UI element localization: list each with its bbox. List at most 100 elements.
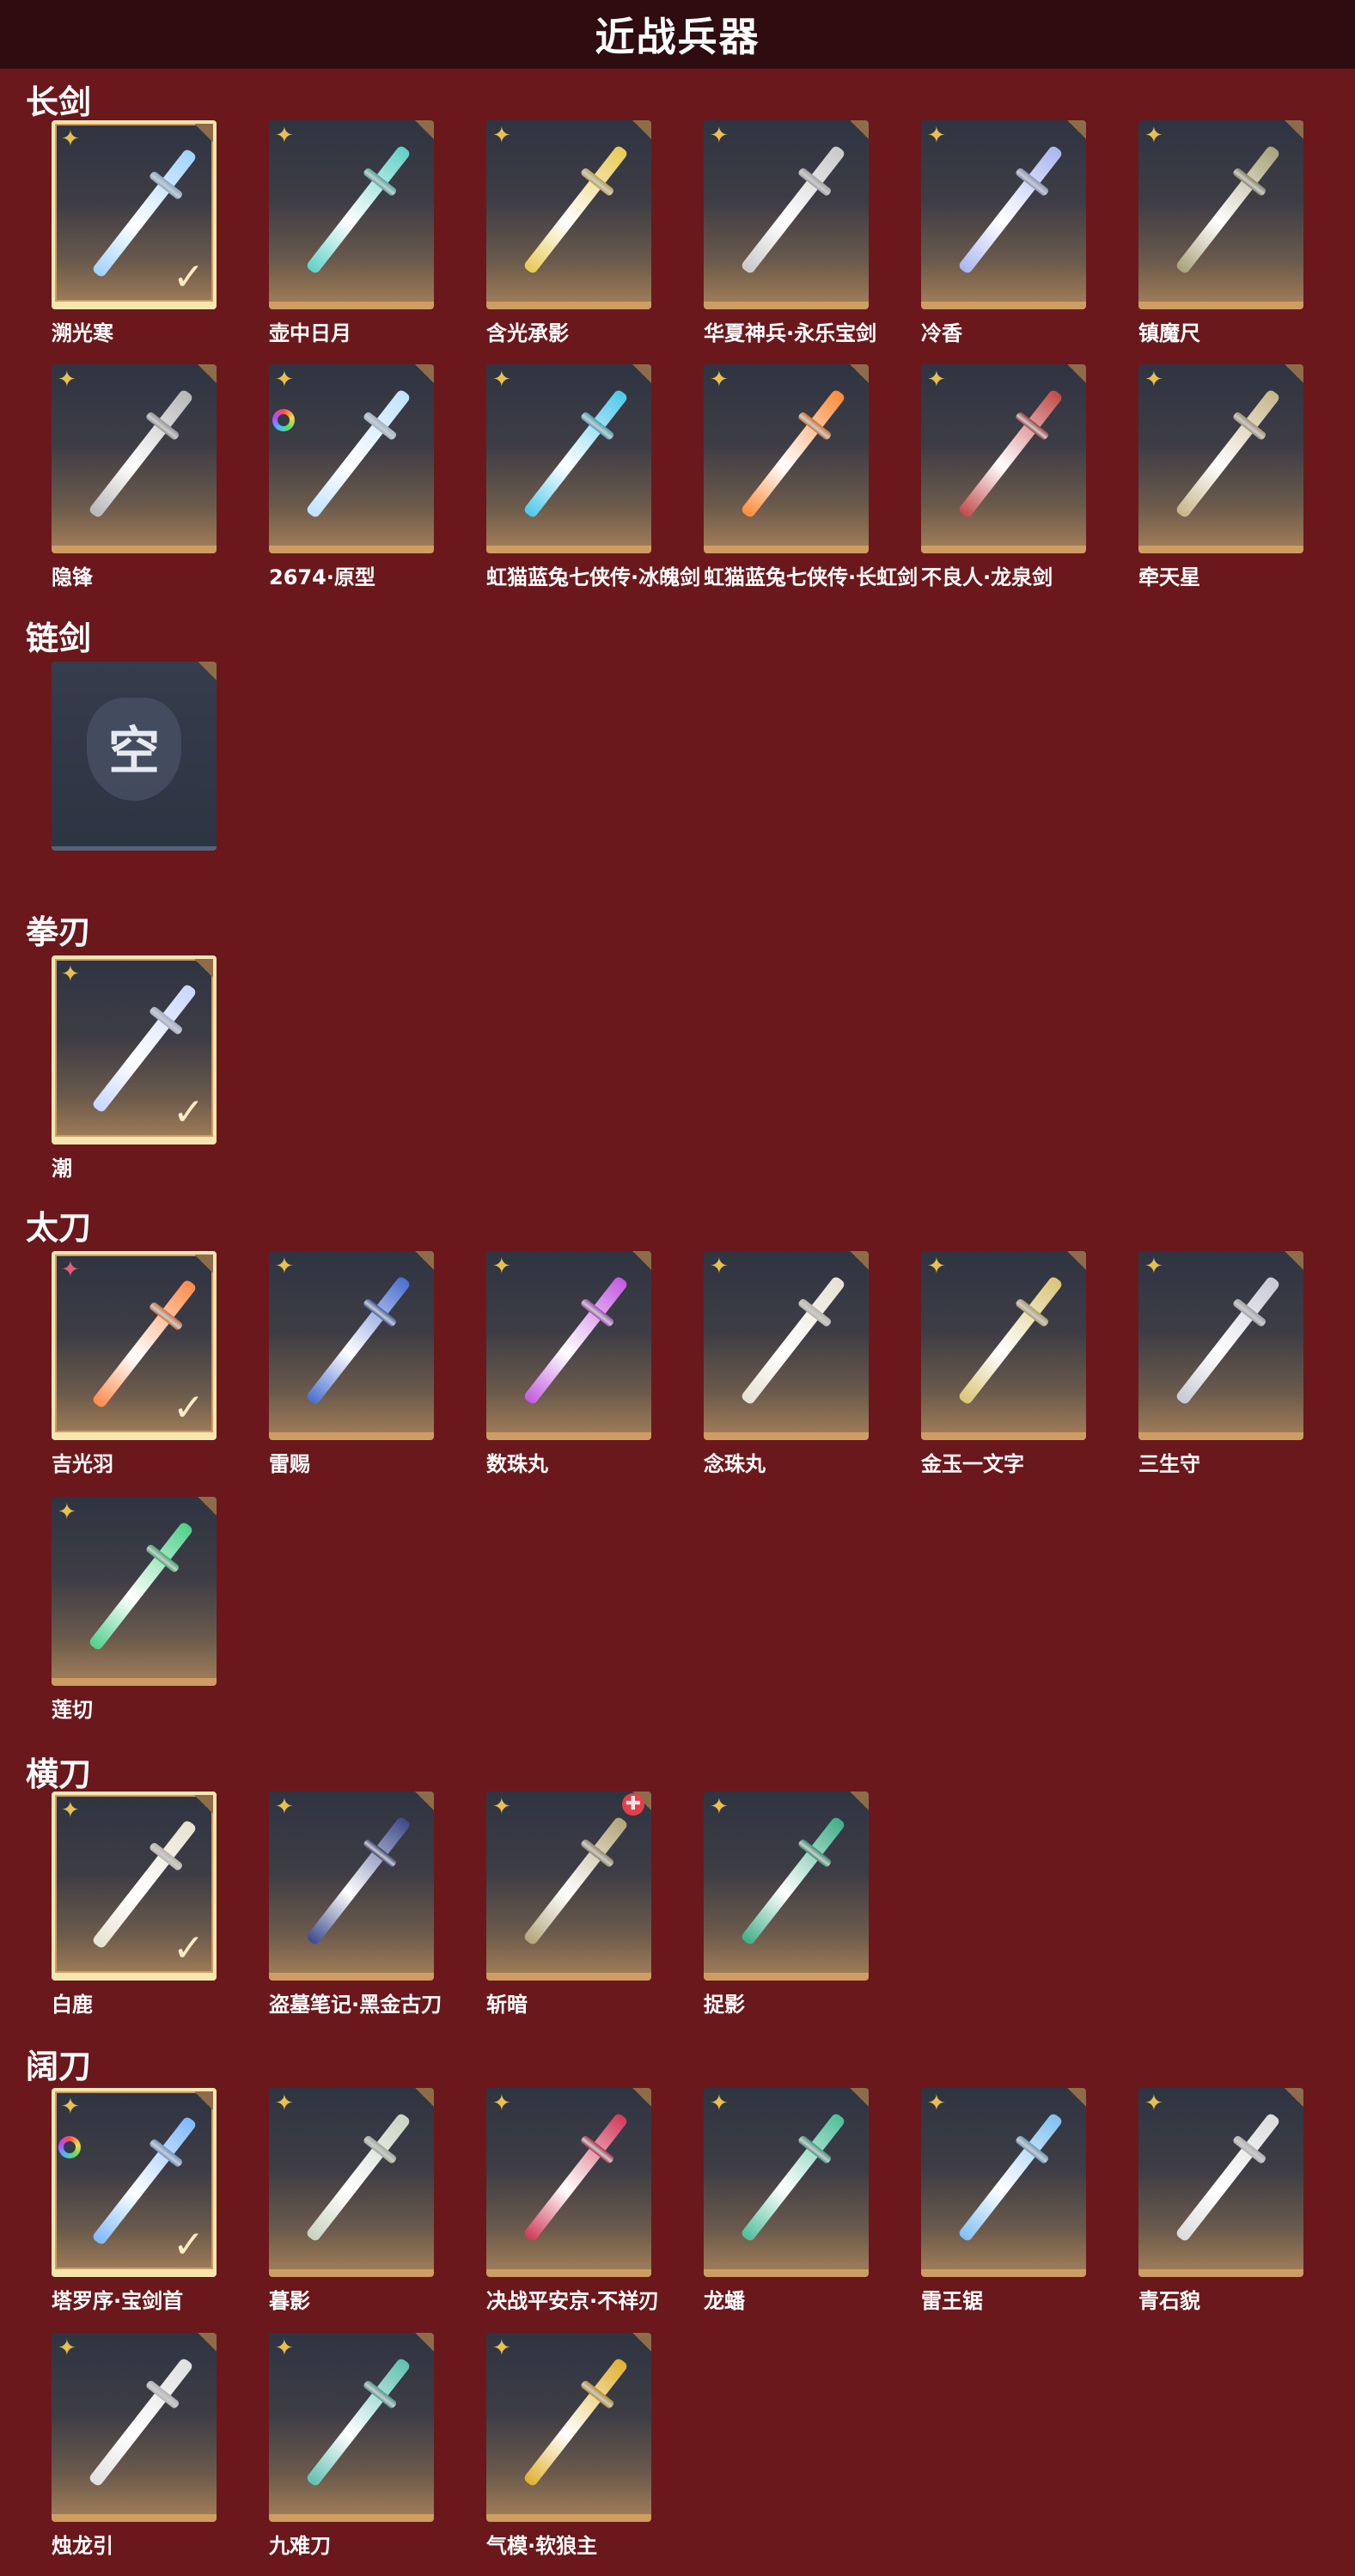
weapon-name: 塔罗序·宝剑首 — [52, 2289, 184, 2313]
rarity-star-icon: ✦ — [275, 1794, 294, 1820]
rarity-star-icon: ✦ — [1144, 1254, 1163, 1279]
weapon-card[interactable]: ✦ — [921, 364, 1086, 553]
weapon-card[interactable]: ✦ — [704, 120, 869, 309]
corner-tab-icon — [632, 2333, 651, 2352]
weapon-image — [522, 2357, 629, 2487]
weapon-card[interactable]: ✦ ✓ — [52, 120, 217, 309]
weapon-image — [88, 388, 194, 519]
corner-tab-icon — [1067, 364, 1086, 383]
rarity-star-icon: ✦ — [58, 2335, 76, 2361]
weapon-card[interactable]: ✦ — [52, 2333, 217, 2522]
weapon-card[interactable]: ✦ — [921, 120, 1086, 309]
weapon-card[interactable]: ✦ — [704, 2088, 869, 2277]
weapon-name: 隐锋 — [52, 565, 93, 589]
weapon-card[interactable]: ✦ ✓ — [52, 1792, 217, 1981]
weapon-card[interactable]: ✦ — [52, 364, 217, 553]
weapon-name: 决战平安京·不祥刃 — [486, 2289, 660, 2313]
rarity-star-icon: ✦ — [1144, 2091, 1163, 2116]
weapon-name: 白鹿 — [52, 1993, 93, 2017]
corner-tab-icon — [850, 1792, 869, 1810]
corner-tab-icon — [415, 1792, 434, 1810]
weapon-image — [522, 2112, 629, 2243]
weapon-card[interactable]: ✦ — [269, 1792, 434, 1981]
rarity-star-icon: ✦ — [275, 123, 294, 149]
section-title: 链剑 — [26, 620, 92, 657]
weapon-name: 壶中日月 — [269, 321, 351, 345]
rarity-star-icon: ✦ — [61, 2094, 80, 2120]
weapon-name: 冷香 — [921, 321, 962, 345]
weapon-name: 烛龙引 — [52, 2534, 113, 2558]
weapon-card[interactable]: ✦ — [269, 120, 434, 309]
weapon-card[interactable]: ✦ — [486, 2088, 651, 2277]
weapon-card[interactable]: ✦ — [704, 364, 869, 553]
weapon-card[interactable]: ✦ — [486, 1251, 651, 1440]
rarity-star-icon: ✦ — [275, 1254, 294, 1279]
weapon-card[interactable]: ✦ — [486, 120, 651, 309]
weapon-card[interactable]: ✦ — [269, 2333, 434, 2522]
weapon-card[interactable]: ✦ — [269, 364, 434, 553]
corner-tab-icon — [198, 2333, 217, 2352]
weapon-name: 雷赐 — [269, 1452, 310, 1476]
empty-weapon-slot[interactable]: 空 — [52, 662, 217, 851]
weapon-name: 龙蟠 — [704, 2289, 745, 2313]
rarity-star-icon: ✦ — [275, 2091, 294, 2116]
rarity-star-icon: ✦ — [492, 1254, 511, 1279]
weapon-image — [88, 2357, 194, 2487]
corner-tab-icon — [415, 364, 434, 383]
weapon-card[interactable]: ✦ — [1138, 364, 1303, 553]
corner-tab-icon — [415, 1251, 434, 1270]
weapon-card[interactable]: ✦ — [269, 1251, 434, 1440]
rarity-star-icon: ✦ — [927, 1254, 946, 1279]
weapon-image — [740, 1816, 846, 1946]
rarity-star-icon: ✦ — [1144, 367, 1163, 393]
weapon-card[interactable]: ✦ — [704, 1792, 869, 1981]
weapon-image — [1175, 1275, 1281, 1406]
weapon-image — [957, 388, 1064, 519]
weapon-image — [88, 1521, 194, 1651]
rarity-star-icon: ✦ — [927, 2091, 946, 2116]
weapon-image — [740, 2112, 846, 2243]
weapon-name: 潮 — [52, 1157, 72, 1181]
weapon-image — [1175, 144, 1281, 275]
rainbow-ring-icon — [58, 2136, 81, 2158]
weapon-image — [305, 1816, 412, 1946]
weapon-card[interactable]: ✦ — [921, 2088, 1086, 2277]
weapon-card[interactable]: ✦ — [921, 1251, 1086, 1440]
equipped-check-icon: ✓ — [173, 1926, 204, 1970]
weapon-card[interactable]: ✦ — [486, 2333, 651, 2522]
rarity-star-icon: ✦ — [61, 126, 80, 152]
weapon-image — [740, 1275, 846, 1406]
weapon-card[interactable]: ✦ — [1138, 2088, 1303, 2277]
corner-tab-icon — [1067, 1251, 1086, 1270]
weapon-card[interactable]: ✦ ✓ — [52, 2088, 217, 2277]
weapon-image — [522, 1275, 629, 1406]
weapon-card[interactable]: ✦ — [1138, 1251, 1303, 1440]
weapon-name: 吉光羽 — [52, 1452, 113, 1476]
weapon-name: 莲切 — [52, 1698, 93, 1722]
corner-tab-icon — [194, 959, 213, 978]
weapon-name: 青石貌 — [1138, 2289, 1200, 2313]
rarity-star-icon: ✦ — [710, 2091, 729, 2116]
weapon-card[interactable]: ✦ — [269, 2088, 434, 2277]
weapon-card[interactable]: ✦ — [52, 1497, 217, 1686]
weapon-image — [957, 1275, 1064, 1406]
weapon-name: 金玉一文字 — [921, 1452, 1024, 1476]
weapon-card[interactable]: ✦ — [1138, 120, 1303, 309]
section-title: 横刀 — [26, 1755, 92, 1793]
weapon-card[interactable]: ✦ — [486, 364, 651, 553]
weapon-card[interactable]: ✦ ✓ — [52, 1251, 217, 1440]
weapon-card[interactable]: ✦ ✓ — [52, 955, 217, 1145]
weapon-name: 三生守 — [1138, 1452, 1200, 1476]
weapon-name: 不良人·龙泉剑 — [921, 565, 1053, 589]
corner-tab-icon — [194, 1254, 213, 1273]
weapon-name: 雷王锯 — [921, 2289, 983, 2313]
weapon-image — [957, 2112, 1064, 2243]
weapon-image — [305, 388, 412, 519]
weapon-card[interactable]: ✦ ✚ — [486, 1792, 651, 1981]
equipped-check-icon: ✓ — [173, 2223, 204, 2267]
corner-tab-icon — [1285, 364, 1303, 383]
weapon-card[interactable]: ✦ — [704, 1251, 869, 1440]
corner-tab-icon — [198, 662, 217, 681]
rarity-star-icon: ✦ — [1144, 123, 1163, 149]
corner-tab-icon — [632, 364, 651, 383]
